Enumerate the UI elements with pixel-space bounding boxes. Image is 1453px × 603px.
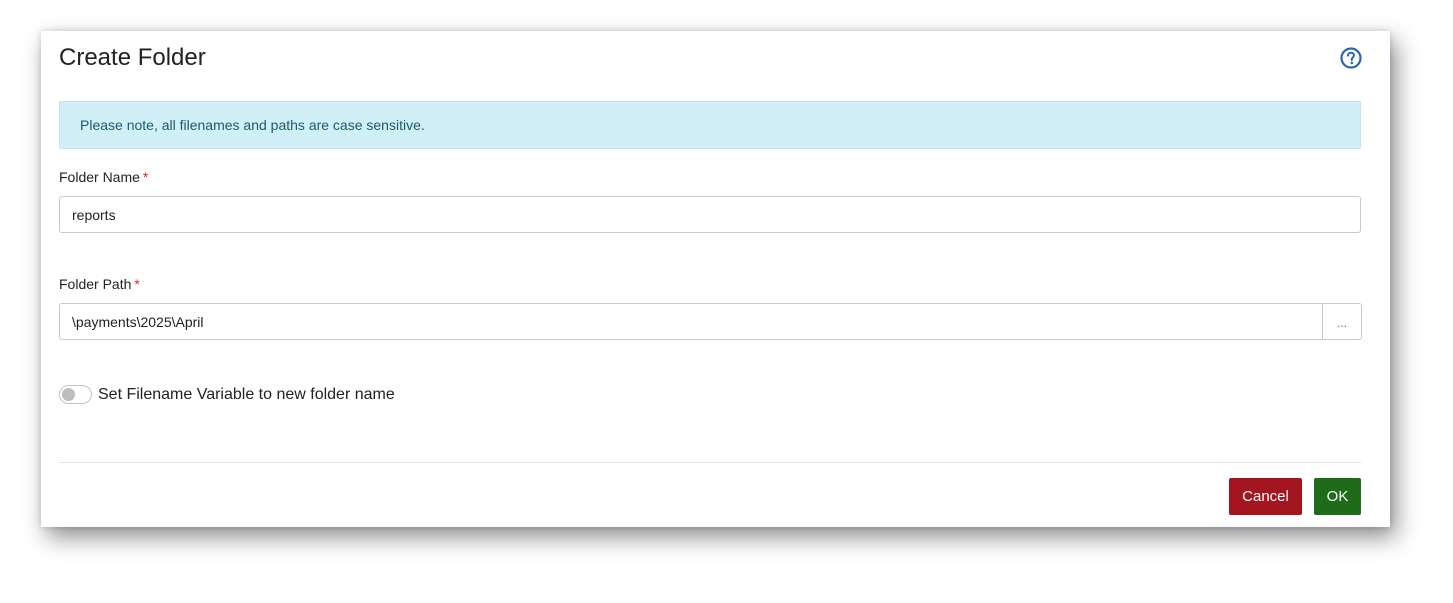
- folder-path-label-text: Folder Path: [59, 276, 132, 292]
- footer-divider: [59, 462, 1361, 463]
- case-sensitivity-alert: Please note, all filenames and paths are…: [59, 101, 1361, 149]
- folder-name-input[interactable]: [59, 196, 1361, 233]
- folder-path-label: Folder Path *: [59, 276, 140, 292]
- create-folder-dialog: Create Folder Please note, all filenames…: [41, 31, 1390, 527]
- required-marker: *: [134, 276, 140, 292]
- folder-name-label: Folder Name *: [59, 169, 148, 185]
- folder-name-label-text: Folder Name: [59, 169, 140, 185]
- required-marker: *: [142, 169, 149, 185]
- set-filename-variable-toggle[interactable]: [59, 385, 92, 404]
- browse-folder-button[interactable]: ...: [1323, 303, 1362, 340]
- toggle-label: Set Filename Variable to new folder name: [98, 386, 395, 403]
- cancel-button[interactable]: Cancel: [1229, 478, 1302, 515]
- dialog-title: Create Folder: [59, 44, 206, 71]
- ok-button[interactable]: OK: [1314, 478, 1361, 515]
- folder-path-input[interactable]: [59, 303, 1323, 340]
- alert-text: Please note, all filenames and paths are…: [80, 117, 425, 133]
- toggle-knob: [62, 388, 75, 401]
- question-circle-icon[interactable]: [1340, 47, 1362, 69]
